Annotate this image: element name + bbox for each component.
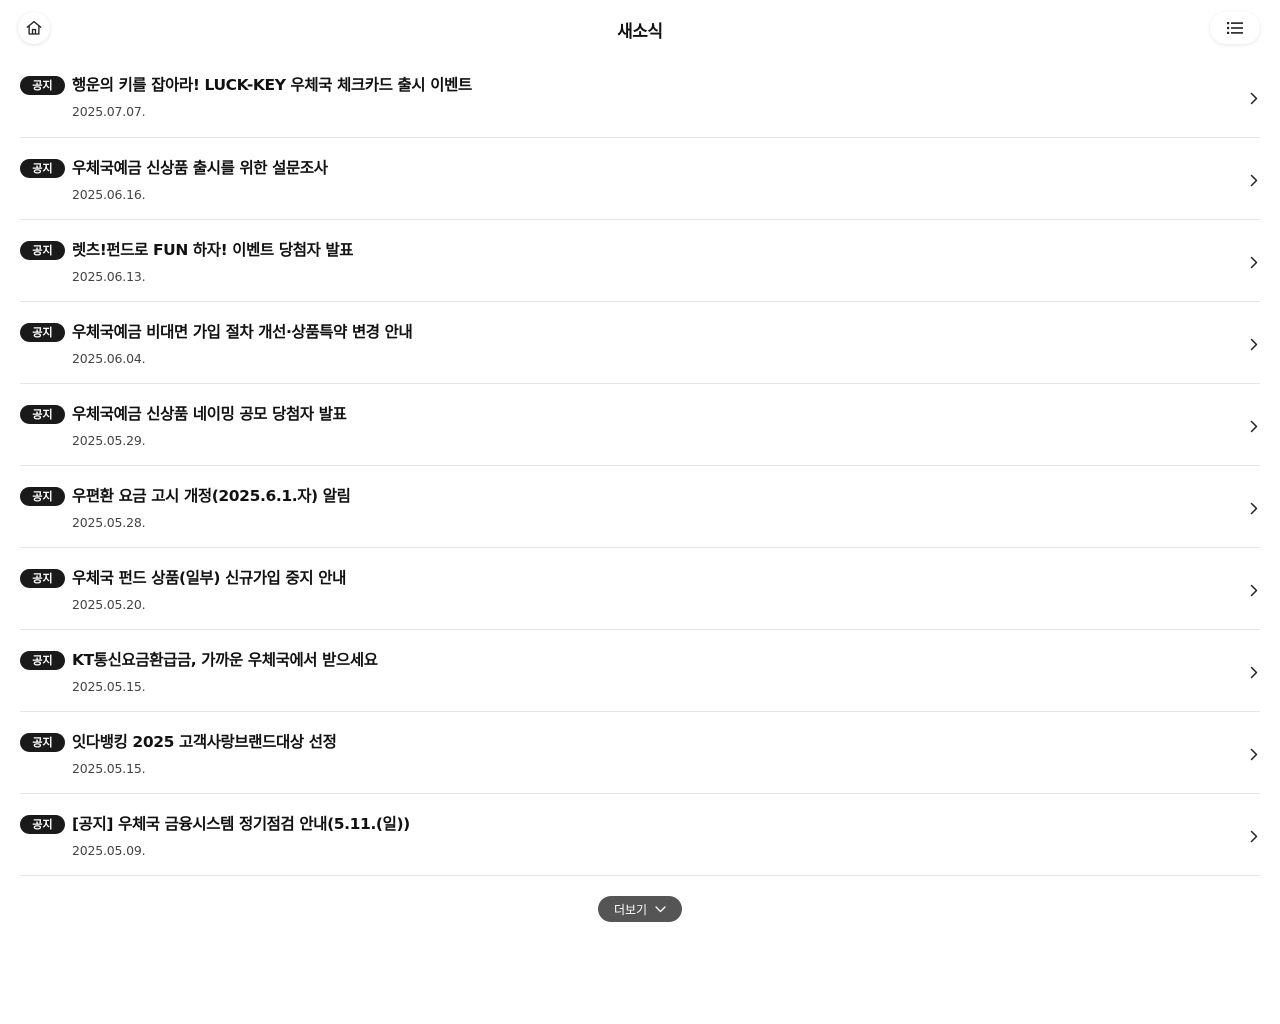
news-date: 2025.06.04.	[72, 351, 146, 366]
notice-badge: 공지	[20, 815, 65, 834]
page-title: 새소식	[617, 22, 663, 42]
header: 새소식	[0, 0, 1280, 58]
list-menu-icon	[1227, 22, 1243, 34]
news-title: 우체국예금 비대면 가입 절차 개선·상품특약 변경 안내	[72, 323, 413, 341]
news-item[interactable]: 공지 렛츠!펀드로 FUN 하자! 이벤트 당첨자 발표 2025.06.13.	[20, 220, 1260, 302]
news-date: 2025.05.29.	[72, 433, 146, 448]
chevron-right-icon	[1248, 336, 1260, 352]
notice-badge: 공지	[20, 323, 65, 342]
news-title: 우체국 펀드 상품(일부) 신규가입 중지 안내	[72, 569, 346, 587]
news-list: 공지 행운의 키를 잡아라! LUCK-KEY 우체국 체크카드 출시 이벤트 …	[20, 58, 1260, 876]
chevron-right-icon	[1248, 828, 1260, 844]
news-item[interactable]: 공지 KT통신요금환급금, 가까운 우체국에서 받으세요 2025.05.15.	[20, 630, 1260, 712]
notice-badge: 공지	[20, 76, 65, 95]
news-title: 렛츠!펀드로 FUN 하자! 이벤트 당첨자 발표	[72, 241, 354, 259]
chevron-right-icon	[1248, 582, 1260, 598]
more-button[interactable]: 더보기	[598, 896, 682, 922]
news-title: 우편환 요금 고시 개정(2025.6.1.자) 알림	[72, 487, 351, 505]
notice-badge: 공지	[20, 159, 65, 178]
chevron-right-icon	[1248, 254, 1260, 270]
notice-badge: 공지	[20, 569, 65, 588]
news-title: 잇다뱅킹 2025 고객사랑브랜드대상 선정	[72, 733, 337, 751]
news-item[interactable]: 공지 우체국 펀드 상품(일부) 신규가입 중지 안내 2025.05.20.	[20, 548, 1260, 630]
notice-badge: 공지	[20, 487, 65, 506]
chevron-right-icon	[1248, 664, 1260, 680]
chevron-right-icon	[1248, 500, 1260, 516]
chevron-right-icon	[1248, 172, 1260, 188]
notice-badge: 공지	[20, 405, 65, 424]
news-date: 2025.05.28.	[72, 515, 146, 530]
news-title: 우체국예금 신상품 네이밍 공모 당첨자 발표	[72, 405, 347, 423]
menu-button[interactable]	[1210, 12, 1260, 44]
chevron-right-icon	[1248, 90, 1260, 106]
news-date: 2025.05.15.	[72, 761, 146, 776]
news-date: 2025.07.07.	[72, 104, 146, 119]
news-item[interactable]: 공지 우체국예금 신상품 네이밍 공모 당첨자 발표 2025.05.29.	[20, 384, 1260, 466]
news-title: [공지] 우체국 금융시스템 정기점검 안내(5.11.(일))	[72, 815, 410, 833]
news-title: KT통신요금환급금, 가까운 우체국에서 받으세요	[72, 651, 378, 669]
chevron-right-icon	[1248, 746, 1260, 762]
chevron-down-icon	[655, 905, 666, 912]
news-item[interactable]: 공지 행운의 키를 잡아라! LUCK-KEY 우체국 체크카드 출시 이벤트 …	[20, 58, 1260, 138]
news-item[interactable]: 공지 우편환 요금 고시 개정(2025.6.1.자) 알림 2025.05.2…	[20, 466, 1260, 548]
news-item[interactable]: 공지 우체국예금 신상품 출시를 위한 설문조사 2025.06.16.	[20, 138, 1260, 220]
news-date: 2025.06.13.	[72, 269, 146, 284]
news-date: 2025.06.16.	[72, 187, 146, 202]
news-title: 우체국예금 신상품 출시를 위한 설문조사	[72, 159, 328, 177]
more-container: 더보기	[0, 896, 1280, 922]
news-date: 2025.05.15.	[72, 679, 146, 694]
news-date: 2025.05.09.	[72, 843, 146, 858]
more-label: 더보기	[613, 902, 648, 917]
notice-badge: 공지	[20, 733, 65, 752]
news-item[interactable]: 공지 [공지] 우체국 금융시스템 정기점검 안내(5.11.(일)) 2025…	[20, 794, 1260, 876]
news-item[interactable]: 공지 잇다뱅킹 2025 고객사랑브랜드대상 선정 2025.05.15.	[20, 712, 1260, 794]
news-item[interactable]: 공지 우체국예금 비대면 가입 절차 개선·상품특약 변경 안내 2025.06…	[20, 302, 1260, 384]
chevron-right-icon	[1248, 418, 1260, 434]
news-date: 2025.05.20.	[72, 597, 146, 612]
notice-badge: 공지	[20, 651, 65, 670]
news-title: 행운의 키를 잡아라! LUCK-KEY 우체국 체크카드 출시 이벤트	[72, 76, 472, 94]
notice-badge: 공지	[20, 241, 65, 260]
